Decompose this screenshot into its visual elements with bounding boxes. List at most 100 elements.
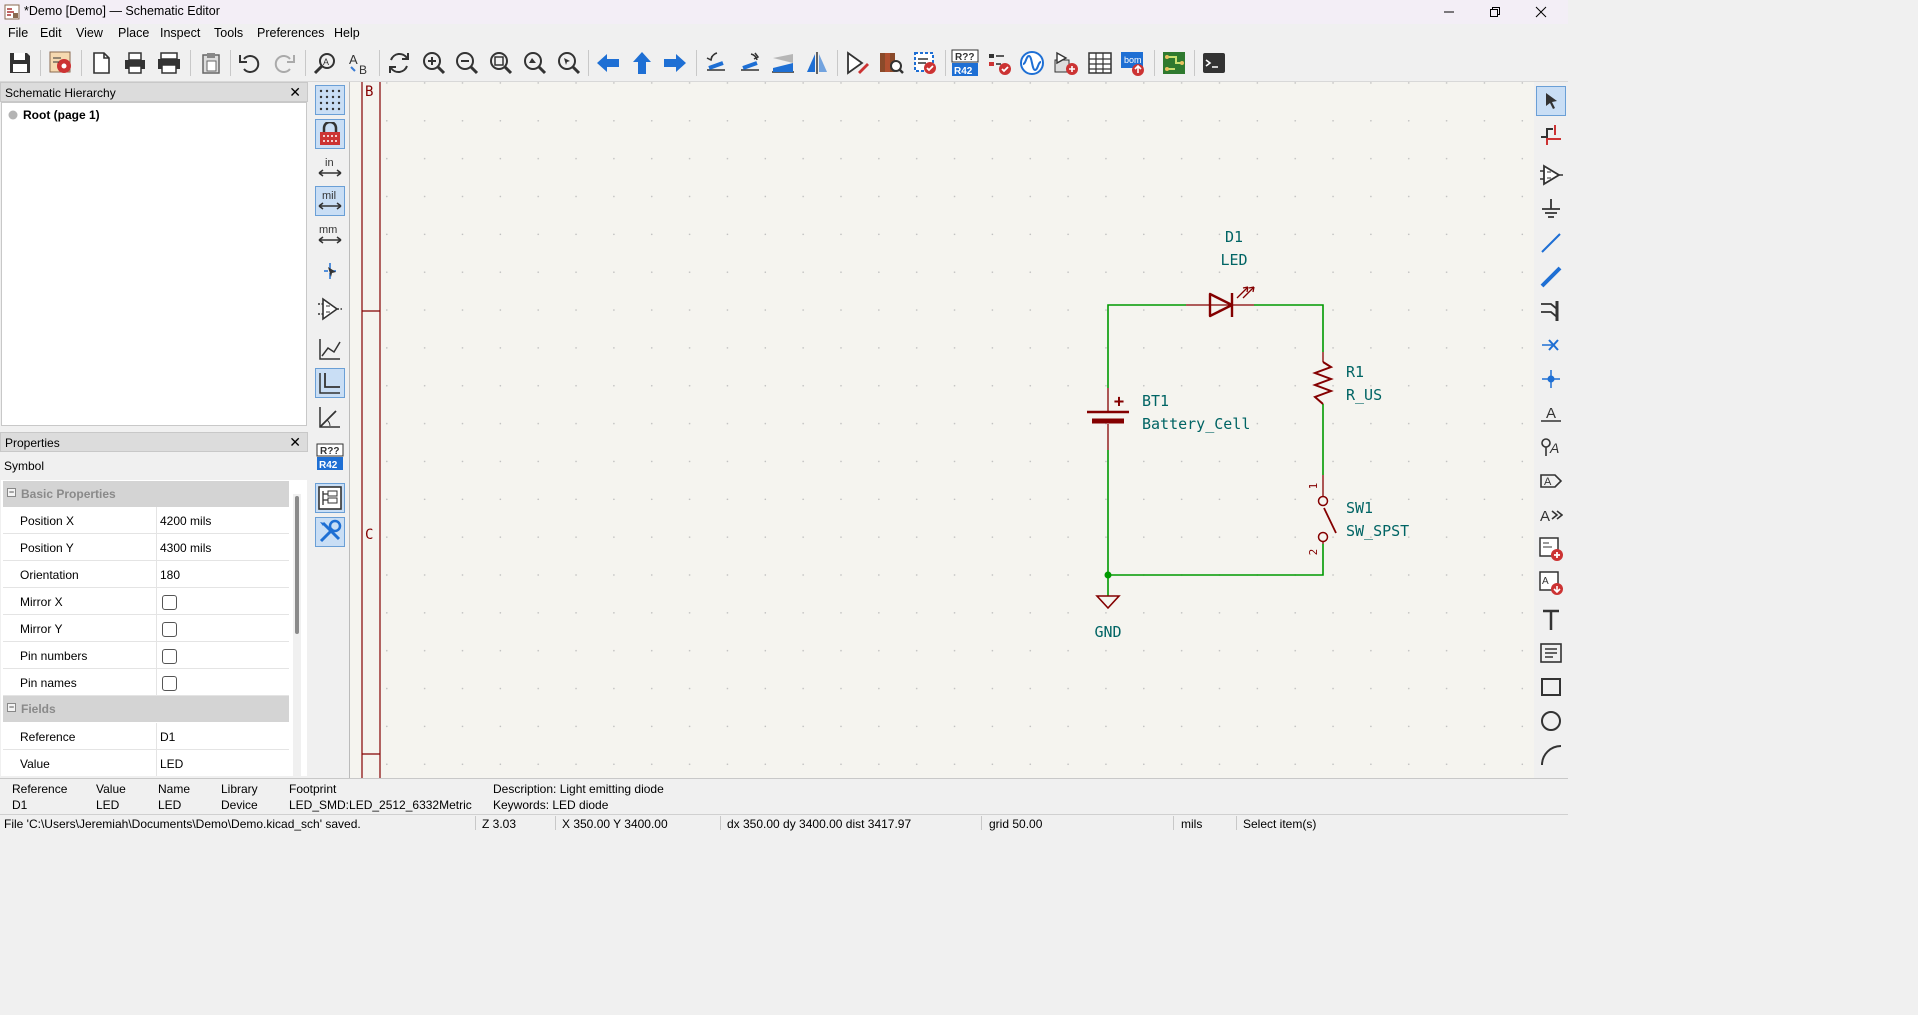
schematic-setup-button[interactable] [45, 47, 77, 79]
annotate-button[interactable] [909, 47, 941, 79]
add-circle-button[interactable] [1536, 706, 1566, 736]
mirror-horizontal-button[interactable] [801, 47, 833, 79]
group-basic-properties[interactable]: − Basic Properties [3, 481, 289, 507]
units-inches-button[interactable]: in [315, 153, 345, 183]
add-label-button[interactable]: A [1536, 398, 1566, 428]
property-value[interactable]: 4300 mils [160, 541, 211, 555]
line-mode-45-button[interactable] [315, 402, 345, 432]
add-bus-entry-button[interactable] [1536, 296, 1566, 326]
property-row-orientation[interactable]: Orientation 180 [3, 561, 289, 588]
restore-button[interactable] [1472, 0, 1518, 24]
plot-button[interactable] [153, 47, 185, 79]
print-button[interactable] [119, 47, 151, 79]
close-window-button[interactable] [1518, 0, 1564, 24]
property-row-value[interactable]: Value LED [3, 750, 289, 776]
component-reference[interactable]: BT1 [1142, 392, 1169, 410]
add-symbol-button[interactable] [1536, 160, 1566, 190]
mirror-x-checkbox[interactable] [162, 595, 177, 610]
refresh-button[interactable] [383, 47, 415, 79]
annotation-button[interactable]: R?? R42 [315, 442, 345, 472]
minimize-button[interactable] [1426, 0, 1472, 24]
property-value[interactable]: 180 [160, 568, 180, 582]
toggle-grid-button[interactable] [315, 85, 345, 115]
no-connect-button[interactable] [1536, 330, 1566, 360]
add-hierarchical-label-button[interactable]: A [1536, 500, 1566, 530]
highlight-net-button[interactable] [1536, 120, 1566, 150]
rotate-ccw-button[interactable] [700, 47, 732, 79]
save-button[interactable] [4, 47, 36, 79]
power-label[interactable]: GND [1094, 623, 1121, 641]
pin-names-checkbox[interactable] [162, 676, 177, 691]
property-row-pin-names[interactable]: Pin names [3, 669, 289, 696]
add-wire-button[interactable] [1536, 228, 1566, 258]
add-net-class-label-button[interactable]: A [1536, 432, 1566, 462]
component-value[interactable]: Battery_Cell [1142, 415, 1250, 433]
menu-place[interactable]: Place [118, 26, 149, 40]
add-power-button[interactable] [1536, 194, 1566, 224]
bom-button[interactable]: bom [1117, 47, 1149, 79]
property-row-position-y[interactable]: Position Y 4300 mils [3, 534, 289, 561]
page-settings-button[interactable] [85, 47, 117, 79]
paste-button[interactable] [195, 47, 227, 79]
navigate-back-button[interactable] [592, 47, 624, 79]
menu-tools[interactable]: Tools [214, 26, 243, 40]
property-row-mirror-x[interactable]: Mirror X [3, 588, 289, 615]
zoom-in-button[interactable] [417, 47, 449, 79]
line-mode-90-button[interactable] [315, 368, 345, 398]
wire-junction[interactable] [1104, 571, 1112, 579]
select-tool-button[interactable] [1536, 86, 1566, 116]
component-value[interactable]: R_US [1346, 386, 1382, 404]
symbol-fields-table-button[interactable] [1084, 47, 1116, 79]
toggle-hierarchy-panel-button[interactable] [315, 483, 345, 513]
menu-help[interactable]: Help [334, 26, 360, 40]
component-value[interactable]: SW_SPST [1346, 522, 1409, 540]
show-hidden-pins-button[interactable] [315, 294, 345, 324]
property-row-reference[interactable]: Reference D1 [3, 723, 289, 750]
zoom-out-button[interactable] [450, 47, 482, 79]
menu-inspect[interactable]: Inspect [160, 26, 200, 40]
hierarchy-item-root[interactable]: Root (page 1) [8, 107, 100, 123]
properties-scrollbar-thumb[interactable] [295, 496, 299, 634]
menu-file[interactable]: File [8, 26, 28, 40]
close-properties-panel-button[interactable]: ✕ [289, 434, 301, 451]
menu-preferences[interactable]: Preferences [257, 26, 324, 40]
undo-button[interactable] [234, 47, 266, 79]
line-mode-free-button[interactable] [315, 334, 345, 364]
zoom-objects-button[interactable] [518, 47, 550, 79]
add-arc-button[interactable] [1536, 740, 1566, 770]
add-text-button[interactable] [1536, 605, 1566, 635]
mirror-vertical-button[interactable] [767, 47, 799, 79]
property-value[interactable]: D1 [160, 730, 175, 744]
property-row-pin-numbers[interactable]: Pin numbers [3, 642, 289, 669]
add-global-label-button[interactable]: A [1536, 466, 1566, 496]
add-junction-button[interactable] [1536, 364, 1566, 394]
toggle-properties-panel-button[interactable] [315, 517, 345, 547]
schematic-drawing[interactable]: B C D1 LED R1 R_US + BT1 Battery_Cell 1 … [350, 82, 1534, 778]
find-button[interactable]: A [309, 47, 341, 79]
mirror-y-checkbox[interactable] [162, 622, 177, 637]
units-mils-button[interactable]: mil [315, 186, 345, 216]
erc-button[interactable] [983, 47, 1015, 79]
property-row-mirror-y[interactable]: Mirror Y [3, 615, 289, 642]
zoom-fit-button[interactable] [484, 47, 516, 79]
pin-numbers-checkbox[interactable] [162, 649, 177, 664]
import-sheet-pin-button[interactable]: A [1536, 568, 1566, 598]
units-mm-button[interactable]: mm [315, 220, 345, 250]
add-sheet-button[interactable] [1536, 534, 1566, 564]
rotate-cw-button[interactable] [734, 47, 766, 79]
simulator-button[interactable] [1016, 47, 1048, 79]
find-replace-button[interactable]: AB [343, 47, 375, 79]
navigate-up-button[interactable] [626, 47, 658, 79]
add-textbox-button[interactable] [1536, 638, 1566, 668]
add-rectangle-button[interactable] [1536, 672, 1566, 702]
redo-button[interactable] [268, 47, 300, 79]
property-value[interactable]: 4200 mils [160, 514, 211, 528]
component-reference[interactable]: D1 [1225, 228, 1243, 246]
navigate-forward-button[interactable] [659, 47, 691, 79]
property-row-position-x[interactable]: Position X 4200 mils [3, 507, 289, 534]
override-locks-button[interactable] [315, 119, 345, 149]
schematic-canvas[interactable]: B C D1 LED R1 R_US + BT1 Battery_Cell 1 … [349, 82, 1534, 778]
scripting-console-button[interactable] [1198, 47, 1230, 79]
properties-scrollbar[interactable] [293, 494, 301, 776]
group-fields[interactable]: − Fields [3, 696, 289, 722]
